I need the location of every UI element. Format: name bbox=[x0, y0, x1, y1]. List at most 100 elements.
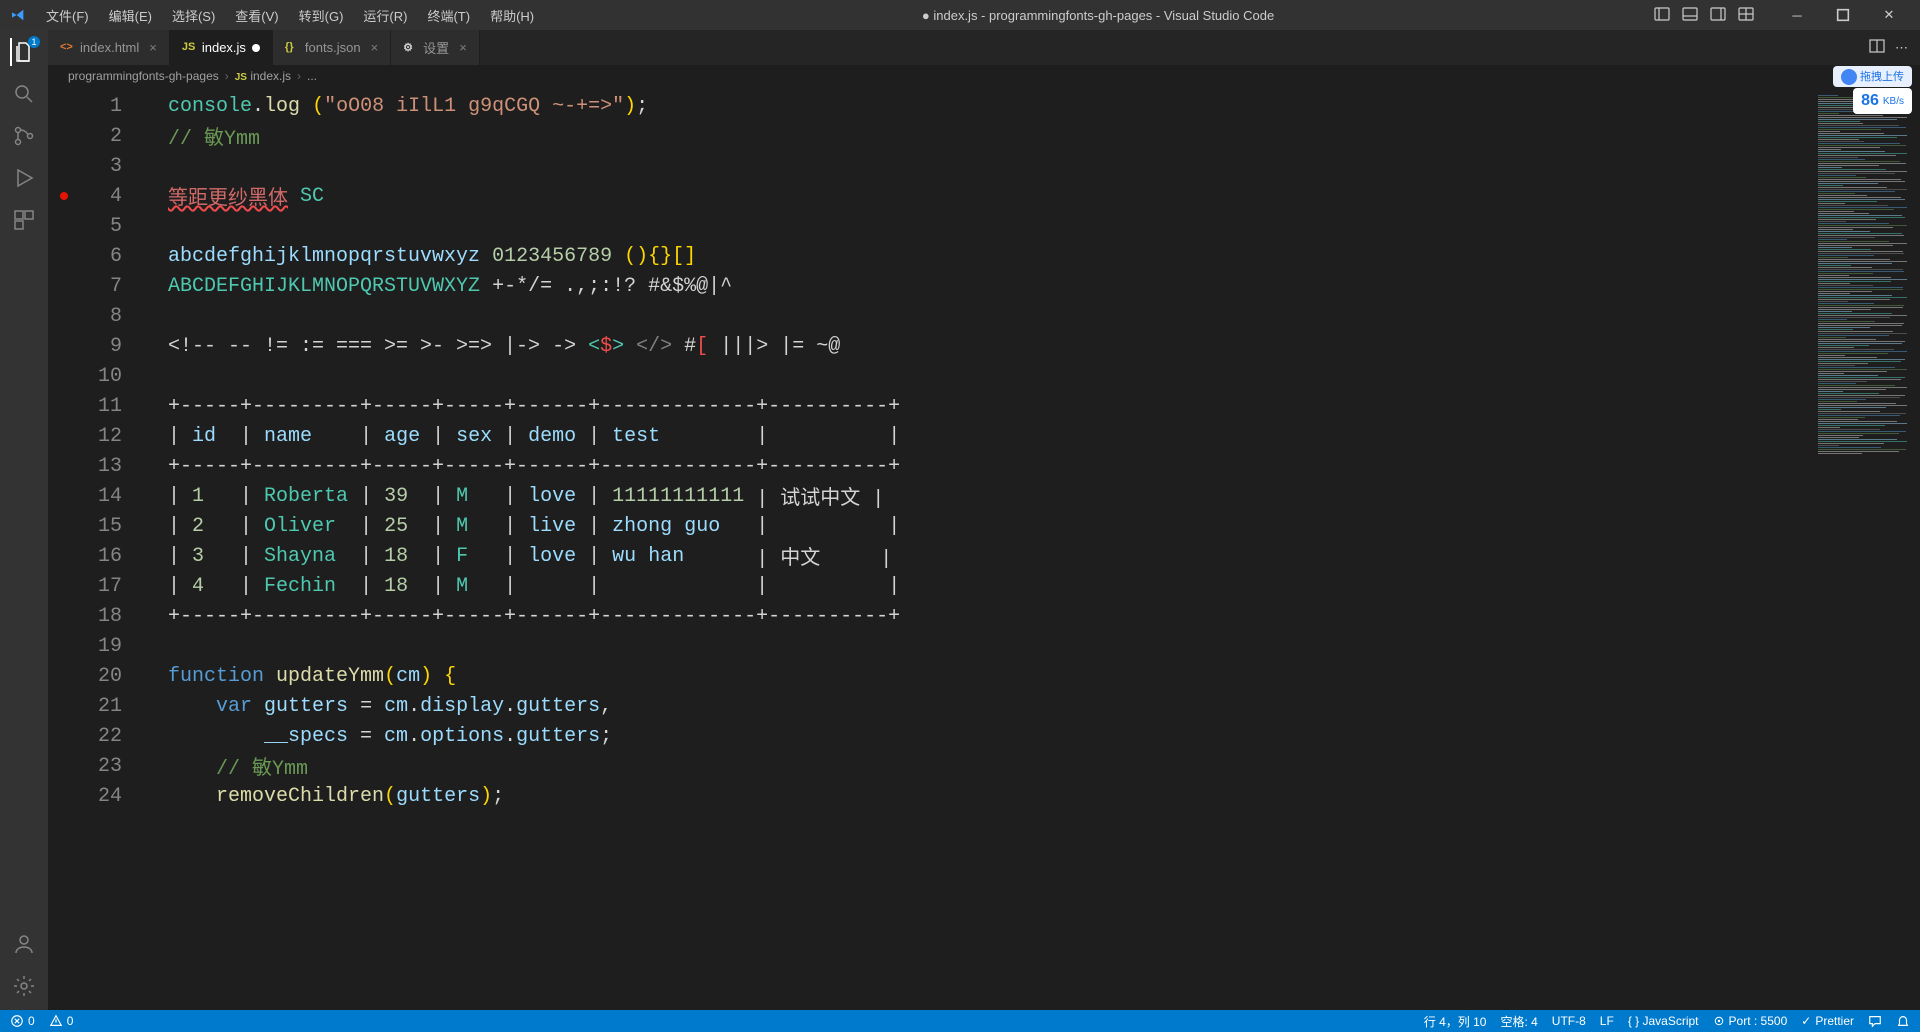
code-content[interactable]: console.log ("oO08 iIlL1 g9qCGQ ~-+=>");… bbox=[158, 87, 1920, 1010]
tab-bar: <>index.html×JSindex.js{}fonts.json×⚙设置×… bbox=[48, 30, 1920, 65]
vscode-logo-icon bbox=[8, 5, 28, 25]
code-line[interactable]: +-----+---------+-----+-----+------+----… bbox=[168, 391, 1920, 421]
status-feedback-icon[interactable] bbox=[1868, 1014, 1882, 1028]
code-editor[interactable]: 123456789101112131415161718192021222324 … bbox=[48, 87, 1920, 1010]
account-icon[interactable] bbox=[10, 930, 38, 958]
line-number: 14 bbox=[48, 485, 148, 508]
breadcrumb[interactable]: programmingfonts-gh-pages›JS index.js›..… bbox=[48, 65, 1920, 87]
code-line[interactable]: var gutters = cm.display.gutters, bbox=[168, 691, 1920, 721]
status-errors[interactable]: 0 bbox=[10, 1014, 35, 1028]
menu-item[interactable]: 运行(R) bbox=[355, 2, 415, 29]
layout-right-icon[interactable] bbox=[1710, 6, 1726, 25]
menu-item[interactable]: 编辑(E) bbox=[101, 2, 160, 29]
code-line[interactable]: | 1 | Roberta | 39 | M | love | 11111111… bbox=[168, 481, 1920, 511]
tab[interactable]: {}fonts.json× bbox=[273, 30, 391, 65]
layout-grid-icon[interactable] bbox=[1738, 6, 1754, 25]
extensions-icon[interactable] bbox=[10, 206, 38, 234]
code-line[interactable]: 等距更纱黑体 SC bbox=[168, 181, 1920, 211]
line-number: 3 bbox=[48, 155, 148, 178]
minimap[interactable] bbox=[1810, 87, 1920, 1010]
more-actions-icon[interactable]: ⋯ bbox=[1895, 40, 1908, 56]
menu-item[interactable]: 终端(T) bbox=[419, 2, 478, 29]
line-number: 15 bbox=[48, 515, 148, 538]
tab-label: 设置 bbox=[423, 38, 449, 57]
code-line[interactable] bbox=[168, 631, 1920, 661]
activity-bar: 1 bbox=[0, 30, 48, 1010]
line-number: 6 bbox=[48, 245, 148, 268]
code-line[interactable]: | 2 | Oliver | 25 | M | live | zhong guo… bbox=[168, 511, 1920, 541]
code-line[interactable]: +-----+---------+-----+-----+------+----… bbox=[168, 601, 1920, 631]
breakpoint-icon[interactable] bbox=[60, 192, 68, 200]
code-line[interactable]: <!-- -- != := === >= >- >=> |-> -> <$> <… bbox=[168, 331, 1920, 361]
menu-item[interactable]: 查看(V) bbox=[227, 2, 286, 29]
explorer-badge: 1 bbox=[28, 36, 40, 48]
menu-item[interactable]: 帮助(H) bbox=[482, 2, 542, 29]
split-editor-icon[interactable] bbox=[1869, 38, 1885, 57]
window-title: ● index.js - programmingfonts-gh-pages -… bbox=[542, 8, 1654, 23]
status-bell-icon[interactable] bbox=[1896, 1014, 1910, 1028]
minimize-button[interactable]: ─ bbox=[1774, 0, 1820, 30]
dirty-indicator-icon bbox=[252, 44, 260, 52]
menu-item[interactable]: 转到(G) bbox=[291, 2, 352, 29]
line-number: 8 bbox=[48, 305, 148, 328]
code-line[interactable]: | 4 | Fechin | 18 | M | | | | bbox=[168, 571, 1920, 601]
tab-label: index.js bbox=[202, 40, 246, 55]
menu-item[interactable]: 选择(S) bbox=[164, 2, 223, 29]
close-button[interactable]: ✕ bbox=[1866, 0, 1912, 30]
code-line[interactable]: // 敏Ymm bbox=[168, 751, 1920, 781]
code-line[interactable]: | id | name | age | sex | demo | test | … bbox=[168, 421, 1920, 451]
line-number: 5 bbox=[48, 215, 148, 238]
editor-area: <>index.html×JSindex.js{}fonts.json×⚙设置×… bbox=[48, 30, 1920, 1010]
code-line[interactable]: // 敏Ymm bbox=[168, 121, 1920, 151]
code-line[interactable]: removeChildren(gutters); bbox=[168, 781, 1920, 811]
line-number: 20 bbox=[48, 665, 148, 688]
explorer-icon[interactable]: 1 bbox=[10, 38, 38, 66]
file-type-icon: JS bbox=[182, 41, 196, 55]
search-icon[interactable] bbox=[10, 80, 38, 108]
settings-icon[interactable] bbox=[10, 972, 38, 1000]
breadcrumb-item[interactable]: ... bbox=[307, 69, 317, 83]
code-line[interactable] bbox=[168, 361, 1920, 391]
tab[interactable]: ⚙设置× bbox=[391, 30, 480, 65]
line-number: 22 bbox=[48, 725, 148, 748]
status-warnings[interactable]: 0 bbox=[49, 1014, 74, 1028]
close-tab-icon[interactable]: × bbox=[371, 40, 379, 55]
status-cursor-pos[interactable]: 行 4，列 10 bbox=[1424, 1013, 1487, 1030]
close-tab-icon[interactable]: × bbox=[149, 40, 157, 55]
status-spaces[interactable]: 空格: 4 bbox=[1500, 1013, 1537, 1030]
status-prettier[interactable]: ✓ Prettier bbox=[1801, 1014, 1854, 1028]
close-tab-icon[interactable]: × bbox=[459, 40, 467, 55]
layout-bottom-icon[interactable] bbox=[1682, 6, 1698, 25]
code-line[interactable]: function updateYmm(cm) { bbox=[168, 661, 1920, 691]
gutter: 123456789101112131415161718192021222324 bbox=[48, 87, 158, 1010]
file-type-icon: <> bbox=[60, 41, 74, 55]
source-control-icon[interactable] bbox=[10, 122, 38, 150]
code-line[interactable] bbox=[168, 151, 1920, 181]
code-line[interactable] bbox=[168, 301, 1920, 331]
code-line[interactable]: abcdefghijklmnopqrstuvwxyz 0123456789 ()… bbox=[168, 241, 1920, 271]
status-port[interactable]: Port : 5500 bbox=[1713, 1014, 1788, 1028]
status-eol[interactable]: LF bbox=[1600, 1014, 1614, 1028]
line-number: 10 bbox=[48, 365, 148, 388]
code-line[interactable]: ABCDEFGHIJKLMNOPQRSTUVWXYZ +-*/= .,;:!? … bbox=[168, 271, 1920, 301]
code-line[interactable] bbox=[168, 211, 1920, 241]
menu-item[interactable]: 文件(F) bbox=[38, 2, 97, 29]
code-line[interactable]: | 3 | Shayna | 18 | F | love | wu han | … bbox=[168, 541, 1920, 571]
status-encoding[interactable]: UTF-8 bbox=[1552, 1014, 1586, 1028]
debug-icon[interactable] bbox=[10, 164, 38, 192]
line-number: 7 bbox=[48, 275, 148, 298]
layout-left-icon[interactable] bbox=[1654, 6, 1670, 25]
status-language[interactable]: { } JavaScript bbox=[1628, 1014, 1699, 1028]
breadcrumb-item[interactable]: programmingfonts-gh-pages bbox=[68, 69, 219, 83]
titlebar-layout-icons bbox=[1654, 6, 1754, 25]
code-line[interactable]: +-----+---------+-----+-----+------+----… bbox=[168, 451, 1920, 481]
maximize-button[interactable] bbox=[1820, 0, 1866, 30]
tab[interactable]: <>index.html× bbox=[48, 30, 170, 65]
breadcrumb-item[interactable]: JS index.js bbox=[235, 69, 291, 83]
code-line[interactable]: __specs = cm.options.gutters; bbox=[168, 721, 1920, 751]
line-number: 23 bbox=[48, 755, 148, 778]
line-number: 11 bbox=[48, 395, 148, 418]
code-line[interactable]: console.log ("oO08 iIlL1 g9qCGQ ~-+=>"); bbox=[168, 91, 1920, 121]
tab[interactable]: JS index.js bbox=[170, 30, 273, 65]
line-number: 2 bbox=[48, 125, 148, 148]
